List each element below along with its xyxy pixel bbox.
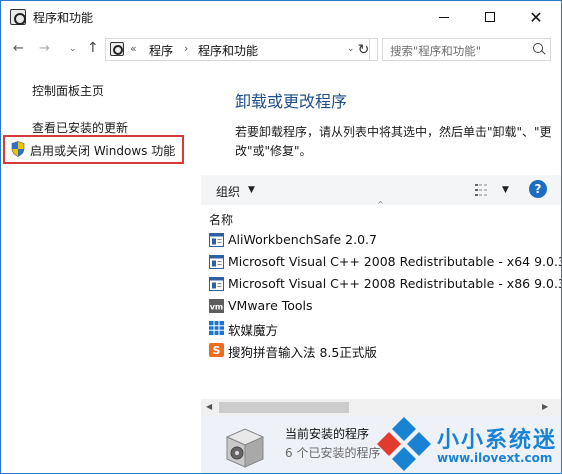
close-button[interactable]: ✕ bbox=[513, 1, 559, 33]
page-title: 卸载或更改程序 bbox=[235, 92, 348, 111]
search-placeholder: 搜索"程序和功能" bbox=[390, 44, 482, 58]
maximize-button[interactable] bbox=[467, 1, 513, 33]
installer-icon bbox=[209, 277, 224, 291]
scrollbar-thumb[interactable] bbox=[219, 402, 349, 413]
svg-text:S: S bbox=[213, 344, 221, 357]
search-input[interactable]: 搜索"程序和功能" bbox=[382, 38, 551, 61]
page-description: 若要卸载程序，请从列表中将其选中，然后单击"卸载"、"更改"或"修复"。 bbox=[235, 125, 552, 158]
installer-icon bbox=[209, 233, 224, 247]
list-item[interactable]: Microsoft Visual C++ 2008 Redistributabl… bbox=[209, 252, 561, 273]
view-dropdown-icon[interactable]: ▼ bbox=[502, 185, 509, 195]
control-panel-icon bbox=[10, 9, 26, 25]
list-item[interactable]: vm VMware Tools bbox=[209, 296, 561, 317]
up-button[interactable]: ↑ bbox=[87, 40, 99, 56]
control-panel-icon bbox=[110, 42, 124, 56]
installed-count: 6 个已安装的程序 bbox=[285, 446, 381, 460]
program-name: 软媒魔方 bbox=[228, 323, 279, 338]
breadcrumb-programs[interactable]: 程序 bbox=[149, 42, 173, 59]
programs-box-icon bbox=[225, 428, 265, 468]
minimize-button[interactable] bbox=[421, 1, 467, 33]
sort-ascending-icon: ^ bbox=[377, 200, 384, 209]
program-name: Microsoft Visual C++ 2008 Redistributabl… bbox=[228, 276, 561, 291]
organize-button[interactable]: 组织 bbox=[216, 183, 240, 200]
list-item[interactable]: 软媒魔方 bbox=[209, 318, 561, 339]
programs-and-features-window: 程序和功能 ✕ ← → ⌄ ↑ « 程序 › 程序和功能 ⌄ ↻ 搜索"程序和功… bbox=[0, 0, 562, 474]
program-name: AliWorkbenchSafe 2.0.7 bbox=[228, 232, 377, 247]
turn-windows-features-link[interactable]: 启用或关闭 Windows 功能 bbox=[30, 142, 175, 159]
back-button[interactable]: ← bbox=[13, 41, 24, 56]
window-title: 程序和功能 bbox=[33, 11, 94, 25]
organize-dropdown-icon[interactable]: ▼ bbox=[248, 185, 255, 195]
scroll-left-icon[interactable]: ◀ bbox=[206, 402, 212, 411]
scroll-right-icon[interactable]: ▶ bbox=[542, 402, 548, 411]
list-item[interactable]: S 搜狗拼音输入法 8.5正式版 bbox=[209, 340, 561, 361]
breadcrumb-separator-icon[interactable]: › bbox=[184, 42, 188, 55]
installer-icon bbox=[209, 255, 224, 269]
watermark-text: 小小系统迷 bbox=[437, 428, 558, 453]
column-header-name[interactable]: 名称 bbox=[209, 211, 233, 228]
sogou-icon: S bbox=[209, 343, 224, 357]
watermark-logo-icon bbox=[377, 417, 431, 471]
help-icon[interactable]: ? bbox=[529, 180, 547, 198]
watermark: 小小系统迷 www.ilovext.com bbox=[371, 413, 561, 471]
refresh-button[interactable]: ↻ bbox=[350, 38, 378, 61]
program-name: 搜狗拼音输入法 8.5正式版 bbox=[228, 345, 377, 360]
navigation-bar: ← → ⌄ ↑ « 程序 › 程序和功能 ⌄ ↻ 搜索"程序和功能" bbox=[1, 33, 561, 67]
breadcrumb-overflow[interactable]: « bbox=[130, 42, 137, 55]
view-options-icon[interactable] bbox=[475, 184, 491, 196]
details-title: 当前安装的程序 bbox=[285, 427, 370, 441]
program-name: VMware Tools bbox=[228, 298, 313, 313]
watermark-url: www.ilovext.com bbox=[437, 451, 553, 465]
forward-button[interactable]: → bbox=[39, 41, 50, 56]
address-bar[interactable]: « 程序 › 程序和功能 ⌄ bbox=[105, 38, 370, 61]
view-installed-updates-link[interactable]: 查看已安装的更新 bbox=[32, 119, 128, 136]
program-name: Microsoft Visual C++ 2008 Redistributabl… bbox=[228, 254, 561, 269]
title-bar: 程序和功能 ✕ bbox=[1, 1, 561, 33]
minimize-icon bbox=[439, 16, 449, 18]
sidebar: 控制面板主页 查看已安装的更新 启用或关闭 Windows 功能 bbox=[1, 67, 201, 473]
shield-icon bbox=[11, 141, 25, 157]
recent-locations-button[interactable]: ⌄ bbox=[69, 44, 77, 54]
maximize-icon bbox=[485, 12, 495, 22]
control-panel-home-link[interactable]: 控制面板主页 bbox=[32, 82, 104, 99]
vmware-icon: vm bbox=[209, 299, 224, 313]
column-header[interactable]: ^ 名称 bbox=[201, 200, 561, 228]
svg-text:vm: vm bbox=[210, 303, 224, 312]
breadcrumb-programs-and-features[interactable]: 程序和功能 bbox=[198, 42, 258, 59]
search-icon[interactable] bbox=[533, 43, 543, 53]
grid-app-icon bbox=[209, 321, 224, 335]
list-item[interactable]: Microsoft Visual C++ 2008 Redistributabl… bbox=[209, 274, 561, 295]
windows-features-highlight[interactable]: 启用或关闭 Windows 功能 bbox=[3, 135, 184, 164]
list-item[interactable]: AliWorkbenchSafe 2.0.7 bbox=[209, 230, 561, 251]
